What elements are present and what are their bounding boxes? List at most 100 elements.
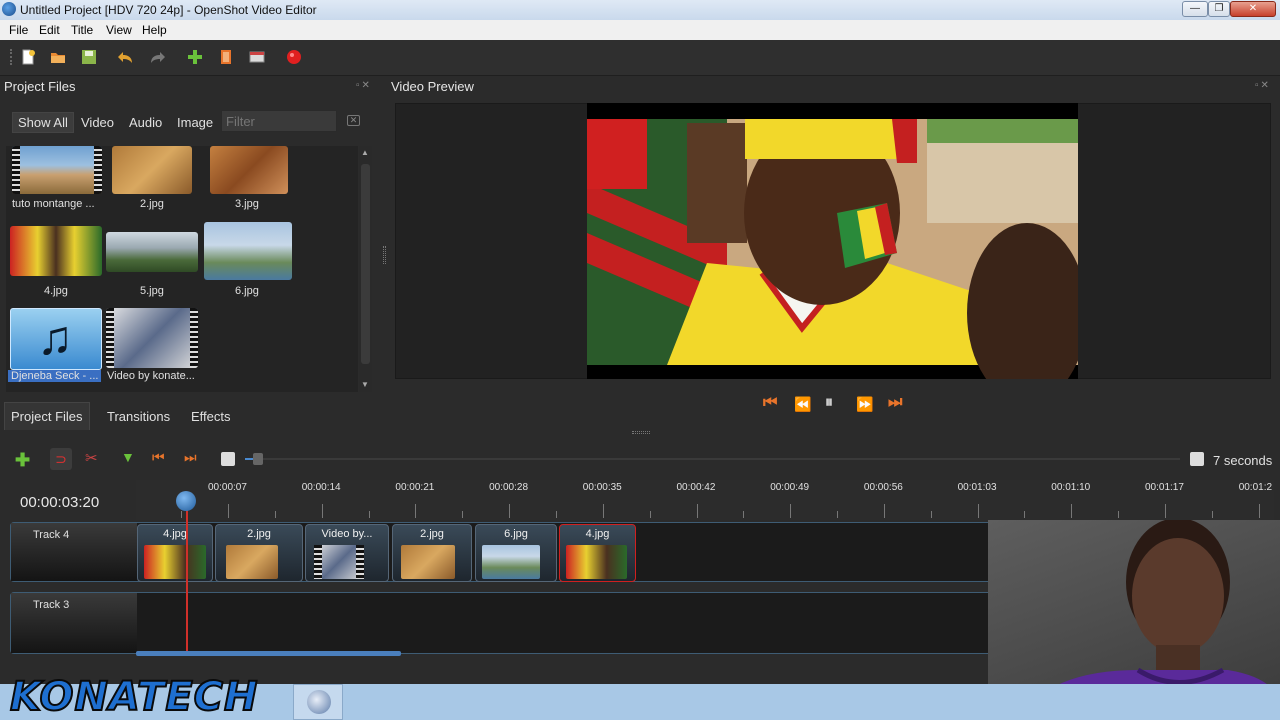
pause-icon[interactable]: ⏸ (825, 394, 833, 412)
open-project-icon[interactable] (50, 49, 66, 65)
fullscreen-icon[interactable] (249, 49, 265, 65)
clip-label: 2.jpg (247, 528, 271, 540)
undo-icon[interactable] (117, 49, 133, 65)
ruler-tick (274, 511, 276, 518)
clip-thumbnail (566, 545, 627, 579)
timeline-clip[interactable]: 6.jpg (475, 524, 557, 582)
minimize-button[interactable]: — (1182, 1, 1208, 17)
scroll-up-icon[interactable]: ▲ (361, 148, 369, 157)
track-header[interactable]: Track 3 (11, 593, 137, 653)
taskbar-button[interactable] (293, 684, 343, 720)
title-bar: Untitled Project [HDV 720 24p] - OpenSho… (0, 0, 1280, 20)
filter-video[interactable]: Video (81, 115, 114, 130)
track-header[interactable]: Track 4 (11, 523, 137, 581)
maximize-button[interactable]: ❐ (1208, 1, 1230, 17)
file-thumb-video-tuto[interactable] (12, 146, 102, 194)
redo-icon[interactable] (150, 49, 166, 65)
ruler-tick (1071, 504, 1073, 518)
timeline-clip[interactable]: Video by... (305, 524, 389, 582)
next-marker-icon[interactable]: ⏭ (184, 449, 197, 466)
zoom-level-label: 7 seconds (1213, 453, 1273, 468)
project-files-dock-buttons[interactable]: ▫✕ (356, 80, 372, 91)
file-thumb-image-3[interactable] (210, 146, 288, 194)
choose-profile-icon[interactable] (218, 49, 234, 65)
timeline-horizontal-scrollbar[interactable] (136, 651, 401, 656)
previous-marker-icon[interactable]: ⏮ (152, 449, 165, 466)
add-track-icon[interactable]: ✚ (15, 450, 30, 471)
ruler-tick (555, 511, 557, 518)
zoom-slider-track[interactable] (245, 458, 1180, 460)
tab-effects[interactable]: Effects (191, 409, 231, 424)
clear-filter-icon[interactable]: ✕ (347, 115, 360, 126)
ruler-tick (415, 504, 417, 518)
jump-start-icon[interactable]: ⏮ (763, 394, 777, 412)
timeline-clip-selected[interactable]: 4.jpg (559, 524, 636, 582)
file-thumb-audio-djeneba[interactable]: ♫ (10, 308, 102, 370)
ruler-tick (602, 504, 604, 518)
openshot-app-icon (2, 2, 16, 16)
fast-forward-icon[interactable]: ⏩ (856, 396, 873, 413)
file-thumb-image-2[interactable] (112, 146, 192, 194)
project-files-title: Project Files (4, 79, 76, 94)
menu-file[interactable]: File (9, 23, 28, 37)
jump-end-icon[interactable]: ⏭ (888, 394, 902, 412)
ruler-tick (743, 511, 745, 518)
toolbar-handle-icon (10, 49, 14, 65)
clip-thumbnail (144, 545, 206, 579)
file-label: tuto montange ... (12, 198, 95, 210)
splitter-handle[interactable] (383, 246, 386, 264)
filter-input[interactable] (221, 110, 337, 132)
zoom-slider-handle[interactable] (253, 453, 263, 465)
ruler-time-label: 00:00:14 (301, 482, 341, 493)
playhead-handle[interactable] (176, 491, 196, 511)
scrollbar-thumb[interactable] (361, 164, 370, 364)
snapping-icon[interactable]: ⊃ (50, 448, 72, 470)
file-thumb-image-5[interactable] (106, 232, 198, 272)
ruler-tick (696, 504, 698, 518)
video-preview-dock-buttons[interactable]: ▫✕ (1255, 80, 1271, 91)
ruler-time-label: 00:01:17 (1145, 482, 1184, 493)
project-files-list: tuto montange ... 2.jpg 3.jpg 4.jpg 5.jp… (6, 146, 358, 392)
playhead-line (186, 508, 188, 654)
timeline-ruler[interactable]: 00:00:07 00:00:14 00:00:21 00:00:28 00:00:35… (136, 480, 1274, 520)
ruler-tick (837, 511, 839, 518)
filter-audio[interactable]: Audio (129, 115, 162, 130)
project-files-scrollbar[interactable]: ▲ ▼ (359, 146, 372, 392)
filter-show-all[interactable]: Show All (12, 112, 74, 133)
file-label: 6.jpg (235, 285, 259, 297)
file-label: Video by konate... (107, 370, 195, 382)
ruler-tick (321, 504, 323, 518)
close-button[interactable]: ✕ (1230, 1, 1276, 17)
scroll-down-icon[interactable]: ▼ (361, 380, 369, 389)
ruler-time-label: 00:00:42 (676, 482, 716, 493)
menu-help[interactable]: Help (142, 23, 167, 37)
timeline-clip[interactable]: 4.jpg (137, 524, 213, 582)
splitter-handle-horizontal[interactable] (632, 431, 650, 434)
ruler-time-label: 00:00:07 (208, 482, 247, 493)
file-thumb-video-konate[interactable] (106, 308, 198, 368)
tab-transitions[interactable]: Transitions (107, 409, 170, 424)
openshot-taskbar-icon (307, 690, 331, 714)
file-thumb-image-4[interactable] (10, 226, 102, 276)
menu-title[interactable]: Title (71, 23, 93, 37)
save-project-icon[interactable] (81, 49, 97, 65)
timeline-clip[interactable]: 2.jpg (392, 524, 472, 582)
tab-project-files[interactable]: Project Files (4, 402, 90, 430)
ruler-tick (1165, 504, 1166, 518)
razor-icon[interactable]: ✂ (85, 449, 98, 467)
filter-image[interactable]: Image (177, 115, 213, 130)
menu-edit[interactable]: Edit (39, 23, 60, 37)
zoom-out-icon[interactable] (221, 452, 235, 466)
menu-view[interactable]: View (106, 23, 132, 37)
clip-label: 6.jpg (504, 528, 528, 540)
zoom-in-icon[interactable] (1190, 452, 1204, 466)
file-thumb-image-6[interactable] (204, 222, 292, 280)
import-files-icon[interactable] (187, 49, 203, 65)
ruler-time-label: 00:00:21 (395, 482, 435, 493)
ruler-tick (1024, 511, 1026, 518)
add-marker-icon[interactable]: ▼ (121, 449, 135, 465)
new-project-icon[interactable] (20, 49, 36, 65)
rewind-icon[interactable]: ⏪ (794, 396, 811, 413)
export-video-icon[interactable] (286, 49, 302, 65)
timeline-clip[interactable]: 2.jpg (215, 524, 303, 582)
